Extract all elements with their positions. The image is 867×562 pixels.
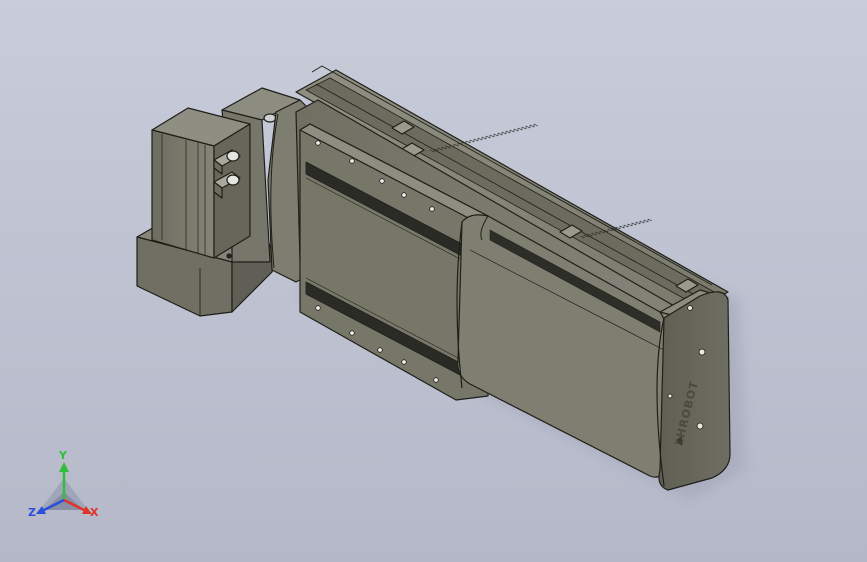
adapter-bolt [226,253,232,259]
graphics-viewport[interactable]: LHROBOT Y X Z [0,0,867,562]
cad-model-view[interactable]: LHROBOT Y X Z [0,0,867,562]
x-axis-label: X [90,506,99,519]
linear-actuator[interactable]: LHROBOT [267,65,731,491]
coupling-hole [263,113,277,123]
y-axis-label: Y [58,449,68,462]
z-axis-label: Z [28,506,36,519]
y-axis-arrow [59,462,69,472]
axis-triad[interactable]: Y X Z [28,449,99,519]
